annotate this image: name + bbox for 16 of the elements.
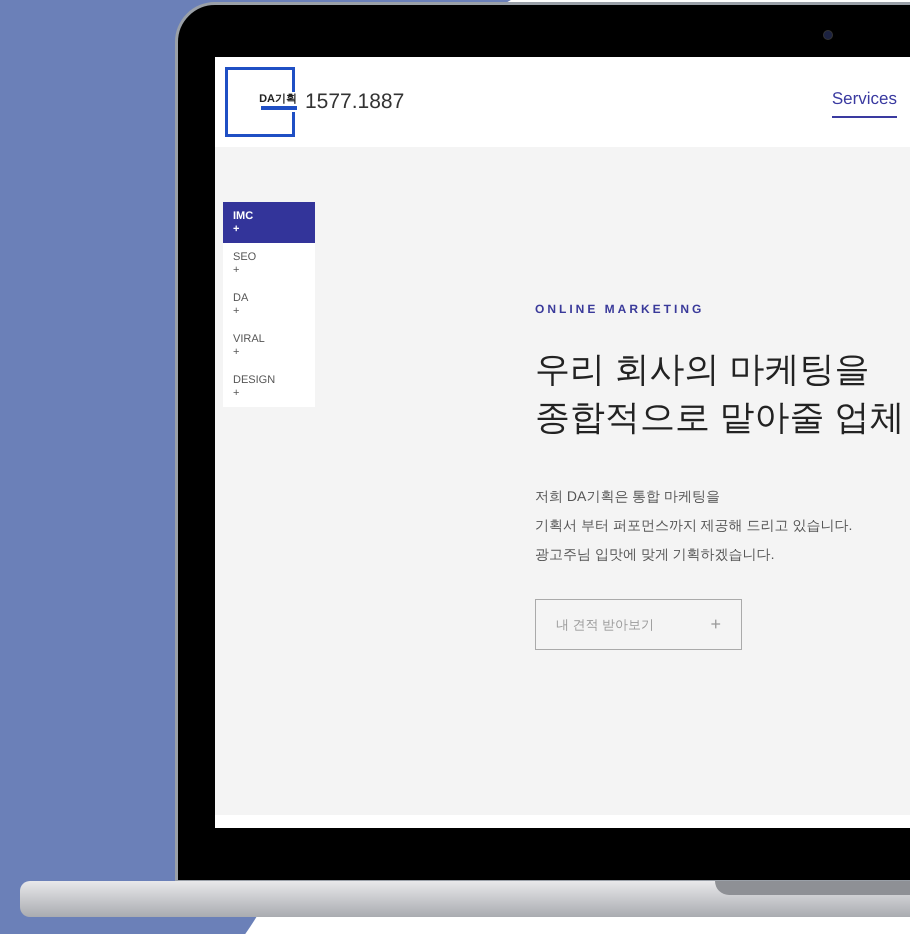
logo-text: DA기획 [259, 94, 297, 105]
logo-tagline-bar [261, 106, 297, 110]
sidebar-item[interactable]: SEO + [223, 243, 315, 284]
camera-icon [823, 30, 833, 40]
body-text: 저희 DA기획은 통합 마케팅을 [535, 487, 722, 506]
sidebar-item[interactable]: VIRAL + [223, 325, 315, 366]
headline-text: 종합적으로 맡아줄 업체 [535, 397, 904, 439]
sidebar-item[interactable]: IMC + [223, 202, 315, 243]
phone-number: 1577.1887 [305, 89, 404, 116]
nav-link[interactable]: Services [832, 86, 897, 118]
headline-text: 우리 회사의 마케팅을 [535, 349, 870, 391]
sidebar-item[interactable]: DESIGN + [223, 366, 315, 407]
body-text: 기획서 부터 퍼포먼스까지 제공해 드리고 있습니다. [535, 516, 854, 535]
body-text: 광고주님 입맛에 맞게 기획하겠습니다. [535, 545, 776, 564]
eyebrow-text: ONLINE MARKETING [535, 301, 706, 318]
sidebar-item[interactable]: DA + [223, 284, 315, 325]
